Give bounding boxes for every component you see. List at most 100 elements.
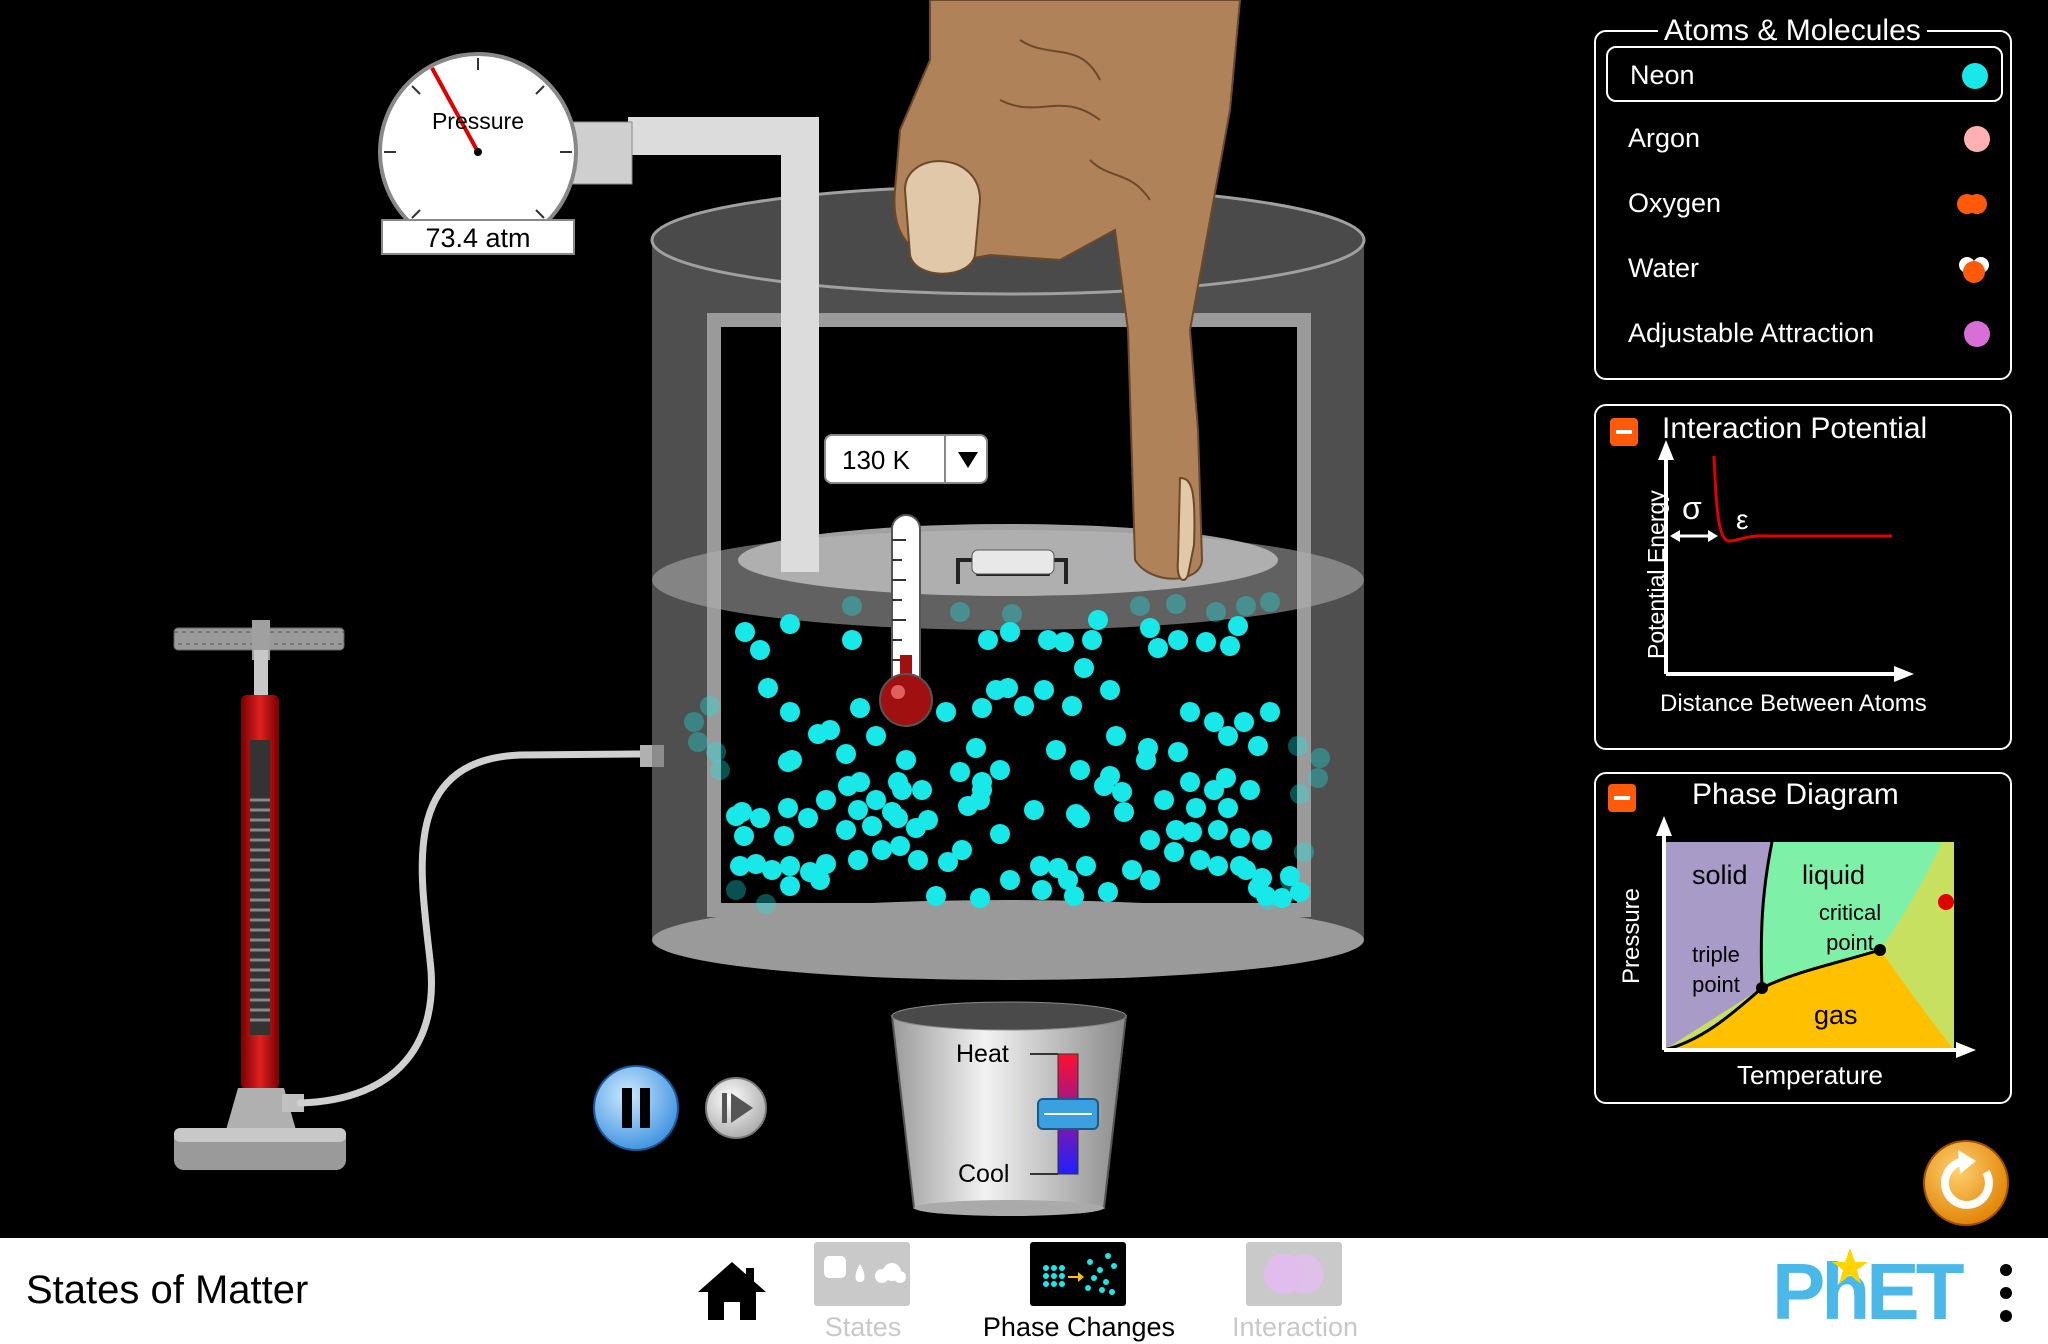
neon-particle-faded — [1236, 596, 1256, 616]
neon-particle-faded — [1002, 604, 1022, 624]
atom-option-argon[interactable]: Argon — [1606, 111, 2003, 167]
phet-logo[interactable]: PhET — [1772, 1248, 1982, 1332]
critical-label-line2: point — [1826, 930, 1874, 955]
triangle-down-icon — [958, 452, 978, 468]
current-state-marker — [1938, 894, 1954, 910]
neon-particle — [1082, 630, 1102, 650]
temperature-units-dropdown[interactable] — [944, 436, 990, 482]
neon-particle — [798, 808, 818, 828]
neon-particle-faded — [1290, 784, 1310, 804]
epsilon-label: ε — [1736, 504, 1749, 535]
neon-particle — [866, 726, 886, 746]
neon-particle — [1122, 860, 1142, 880]
neon-particle-faded — [684, 712, 704, 732]
atom-option-label: Neon — [1630, 60, 1695, 90]
neon-particle — [912, 780, 932, 800]
atom-option-neon[interactable]: Neon — [1606, 46, 2003, 102]
tab-states[interactable]: States — [788, 1238, 938, 1344]
neon-particle — [1168, 630, 1188, 650]
neon-particle — [808, 724, 828, 744]
neon-particle-faded — [1130, 596, 1150, 616]
neon-particle — [866, 790, 886, 810]
neon-particle — [1208, 856, 1228, 876]
triple-label-line1: triple — [1692, 942, 1740, 967]
temperature-axis-label: Temperature — [1737, 1060, 1883, 1090]
options-menu-button[interactable] — [1994, 1260, 2018, 1326]
neon-particle — [1094, 776, 1114, 796]
neon-particle-faded — [1294, 842, 1314, 862]
neon-particle — [1220, 636, 1240, 656]
neon-particle — [1272, 888, 1292, 908]
tab-phase-changes[interactable]: Phase Changes — [983, 1238, 1175, 1344]
neon-particle — [780, 614, 800, 634]
neon-particle — [838, 776, 858, 796]
neon-particle — [1098, 882, 1118, 902]
neon-particle — [1168, 742, 1188, 762]
atom-option-label: Water — [1628, 253, 1700, 283]
neon-particle — [882, 802, 902, 822]
critical-point-label: critical point — [1800, 898, 1900, 958]
neon-particle — [926, 886, 946, 906]
solid-region-label: solid — [1692, 860, 1748, 890]
neon-particle — [966, 738, 986, 758]
atom-option-adjustable-attraction[interactable]: Adjustable Attraction — [1606, 306, 2003, 362]
triple-label-line2: point — [1692, 972, 1740, 997]
interaction-tab-icon — [1246, 1242, 1342, 1306]
phase-diagram-panel: Phase Diagram solid liquid critical poin… — [1594, 772, 2012, 1104]
neon-particle — [970, 888, 990, 908]
cool-label: Cool — [958, 1160, 1010, 1188]
neon-particle-faded — [842, 596, 862, 616]
app-title: States of Matter — [26, 1268, 309, 1312]
atoms-molecules-panel: Atoms & Molecules Neon Argon Oxygen Water Ad… — [1594, 14, 2012, 380]
atom-option-oxygen[interactable]: Oxygen — [1606, 176, 2003, 232]
neon-particle-faded — [726, 880, 746, 900]
neon-particle — [1196, 632, 1216, 652]
neon-particle — [938, 852, 958, 872]
liquid-region-label: liquid — [1802, 860, 1866, 890]
temperature-readout-box[interactable]: 130 K — [824, 434, 988, 484]
step-forward-button[interactable] — [705, 1077, 767, 1139]
neon-particle — [780, 702, 800, 722]
neon-particle-faded — [1206, 602, 1226, 622]
pause-button[interactable] — [593, 1065, 679, 1151]
phase-changes-tab-icon — [1030, 1242, 1126, 1306]
neon-particle — [1140, 618, 1160, 638]
gas-region-label: gas — [1814, 1000, 1858, 1030]
neon-particle-faded — [950, 602, 970, 622]
neon-particle — [780, 876, 800, 896]
neon-particle — [734, 826, 754, 846]
neon-particle — [836, 820, 856, 840]
reset-all-button[interactable] — [1923, 1140, 2009, 1226]
navigation-bar: States of Matter States Phase Changes In… — [0, 1238, 2048, 1344]
neon-particle — [1024, 800, 1044, 820]
neon-particle — [990, 760, 1010, 780]
distance-axis-label: Distance Between Atoms — [1660, 690, 1927, 717]
neon-particle — [862, 816, 882, 836]
particle-container — [628, 117, 1366, 980]
neon-particle — [810, 870, 830, 890]
neon-particle — [1014, 696, 1034, 716]
potential-energy-axis-label: Potential Energy — [1643, 490, 1669, 659]
neon-particle — [836, 744, 856, 764]
neon-particle — [1216, 768, 1236, 788]
neon-particle — [1248, 736, 1268, 756]
neon-particle — [1234, 712, 1254, 732]
neon-particle — [1230, 828, 1250, 848]
tab-states-label: States — [824, 1312, 902, 1342]
neon-particle-faded — [756, 894, 776, 914]
bicycle-pump[interactable] — [173, 620, 664, 1170]
neon-particle — [892, 780, 912, 800]
adjustable-attraction-icon — [1964, 321, 1990, 347]
neon-particle — [936, 702, 956, 722]
neon-particle — [1186, 798, 1206, 818]
heat-slider-thumb[interactable] — [1037, 1098, 1099, 1130]
neon-particle — [950, 762, 970, 782]
neon-particle — [1180, 772, 1200, 792]
neon-particle — [1154, 790, 1174, 810]
temperature-readout: 130 K — [842, 445, 910, 475]
neon-particle — [1248, 878, 1268, 898]
neon-particle — [1190, 850, 1210, 870]
tab-interaction[interactable]: Interaction — [1220, 1238, 1370, 1344]
neon-icon — [1962, 63, 1988, 89]
atom-option-water[interactable]: Water — [1606, 241, 2003, 297]
